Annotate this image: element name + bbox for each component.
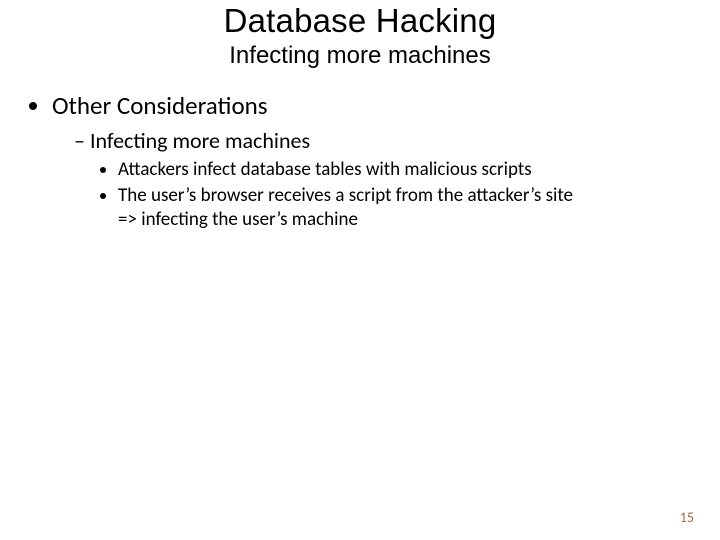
bullet-item: Attackers infect database tables with ma… [118, 158, 696, 182]
bullet-text: The user’s browser receives a script fro… [118, 184, 573, 207]
bullet-text: Infecting more machines [90, 127, 310, 154]
page-number: 15 [680, 509, 694, 526]
bullet-text: Other Considerations [52, 90, 268, 121]
slide-subtitle: Infecting more machines [0, 42, 720, 70]
bullet-item: The user’s browser receives a script fro… [118, 184, 696, 232]
bullet-item: Infecting more machines Attackers infect… [74, 127, 696, 231]
bullet-item: Other Considerations Infecting more mach… [52, 90, 696, 231]
bullet-list-level3: Attackers infect database tables with ma… [74, 158, 696, 231]
slide-title: Database Hacking [0, 2, 720, 40]
bullet-list-level2: Infecting more machines Attackers infect… [52, 127, 696, 231]
bullet-continuation: => infecting the user’s machine [118, 208, 696, 232]
slide-body: Other Considerations Infecting more mach… [0, 90, 720, 231]
slide: Database Hacking Infecting more machines… [0, 2, 720, 540]
bullet-list-level1: Other Considerations Infecting more mach… [24, 90, 696, 231]
bullet-text: Attackers infect database tables with ma… [118, 158, 532, 181]
